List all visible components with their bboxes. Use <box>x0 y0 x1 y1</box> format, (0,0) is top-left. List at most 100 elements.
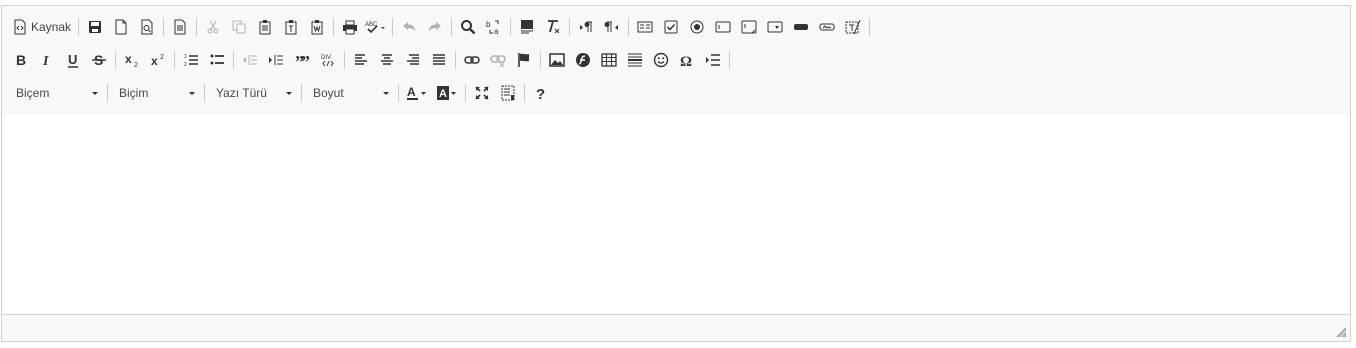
redo-button[interactable] <box>422 15 448 39</box>
svg-text:2: 2 <box>184 62 187 68</box>
special-char-button[interactable]: Ω <box>674 48 700 72</box>
replace-icon: ba <box>486 20 499 35</box>
outdent-icon <box>243 55 257 65</box>
strikethrough-button[interactable]: S <box>86 48 112 72</box>
font-dropdown[interactable]: Yazı Türü <box>208 81 298 105</box>
justify-button[interactable] <box>426 48 452 72</box>
select-field-icon <box>767 21 783 33</box>
paste-word-icon <box>311 20 323 35</box>
toolbar-separator <box>628 18 630 36</box>
copy-button[interactable] <box>226 15 252 39</box>
replace-button[interactable]: ba <box>481 15 507 39</box>
paste-text-button[interactable] <box>278 15 304 39</box>
toolbar-separator <box>465 84 466 102</box>
toolbar-separator <box>344 51 345 69</box>
print-button[interactable] <box>337 15 363 39</box>
help-icon: ? <box>536 86 545 101</box>
templates-button[interactable] <box>167 15 193 39</box>
maximize-icon <box>475 86 489 100</box>
svg-text:A: A <box>439 88 447 100</box>
flash-button[interactable] <box>570 48 596 72</box>
toolbar-separator <box>569 18 571 36</box>
superscript-button[interactable]: x2 <box>145 48 171 72</box>
cut-button[interactable] <box>200 15 226 39</box>
italic-button[interactable]: I <box>34 48 60 72</box>
background-color-button[interactable]: A <box>432 81 462 105</box>
unlink-icon <box>490 55 506 68</box>
paste-word-button[interactable] <box>304 15 330 39</box>
bulleted-list-icon <box>210 54 224 65</box>
resize-handle-icon[interactable] <box>1336 327 1346 337</box>
editor-bottom-bar <box>2 314 1350 341</box>
indent-button[interactable] <box>263 48 289 72</box>
svg-text:Ω: Ω <box>680 54 692 68</box>
image-button[interactable] <box>544 48 570 72</box>
anchor-button[interactable] <box>511 48 537 72</box>
text-color-button[interactable]: A <box>402 81 432 105</box>
underline-button[interactable]: U <box>60 48 86 72</box>
toolbar-separator <box>233 51 234 69</box>
italic-icon: I <box>42 54 49 68</box>
toolbar-separator <box>196 18 198 36</box>
help-button[interactable]: ? <box>528 81 554 105</box>
checkbox-button[interactable] <box>658 15 684 39</box>
link-button[interactable] <box>459 48 485 72</box>
radio-icon <box>690 20 704 34</box>
unlink-button[interactable] <box>485 48 511 72</box>
textarea-button[interactable] <box>736 15 762 39</box>
button-field-button[interactable] <box>788 15 814 39</box>
form-button[interactable] <box>632 15 658 39</box>
toolbar-separator <box>510 18 512 36</box>
align-center-button[interactable] <box>374 48 400 72</box>
source-button[interactable]: Kaynak <box>8 15 75 39</box>
editor-content-area[interactable] <box>2 114 1350 315</box>
subscript-button[interactable]: x2 <box>119 48 145 72</box>
toolbar-separator <box>869 18 871 36</box>
cut-icon <box>207 20 219 34</box>
show-blocks-button[interactable] <box>495 81 521 105</box>
text-direction-rtl-button[interactable] <box>599 15 625 39</box>
spellcheck-button[interactable]: ABC <box>363 15 389 39</box>
align-right-button[interactable] <box>400 48 426 72</box>
maximize-button[interactable] <box>469 81 495 105</box>
image-button-field-button[interactable] <box>814 15 840 39</box>
toolbar-separator <box>392 18 394 36</box>
underline-icon: U <box>68 52 78 68</box>
hidden-field-button[interactable] <box>840 15 866 39</box>
remove-format-button[interactable] <box>540 15 566 39</box>
ltr-icon <box>580 21 593 32</box>
paste-button[interactable] <box>252 15 278 39</box>
select-field-button[interactable] <box>762 15 788 39</box>
select-all-button[interactable] <box>514 15 540 39</box>
save-button[interactable] <box>82 15 108 39</box>
size-dropdown[interactable]: Boyut <box>305 81 395 105</box>
text-field-button[interactable] <box>710 15 736 39</box>
size-dropdown-label: Boyut <box>313 86 344 100</box>
link-icon <box>464 56 480 64</box>
bold-button[interactable]: B <box>8 48 34 72</box>
outdent-button[interactable] <box>237 48 263 72</box>
toolbar-separator <box>174 51 175 69</box>
styles-dropdown[interactable]: Biçem <box>8 81 104 105</box>
styles-dropdown-label: Biçem <box>16 86 50 100</box>
smiley-button[interactable] <box>648 48 674 72</box>
text-direction-ltr-button[interactable] <box>573 15 599 39</box>
radio-button[interactable] <box>684 15 710 39</box>
chevron-down-icon <box>286 91 292 95</box>
new-page-button[interactable] <box>108 15 134 39</box>
form-icon <box>637 21 653 33</box>
format-dropdown[interactable]: Biçim <box>111 81 201 105</box>
find-button[interactable] <box>455 15 481 39</box>
table-button[interactable] <box>596 48 622 72</box>
create-div-button[interactable]: DIV <box>315 48 341 72</box>
bulleted-list-button[interactable] <box>204 48 230 72</box>
undo-button[interactable] <box>396 15 422 39</box>
source-icon <box>14 19 26 35</box>
paste-icon <box>259 20 271 35</box>
blockquote-button[interactable]: ”” <box>289 48 315 72</box>
numbered-list-button[interactable]: 12 <box>178 48 204 72</box>
align-left-button[interactable] <box>348 48 374 72</box>
horizontal-rule-button[interactable] <box>622 48 648 72</box>
page-break-button[interactable] <box>700 48 726 72</box>
preview-button[interactable] <box>134 15 160 39</box>
